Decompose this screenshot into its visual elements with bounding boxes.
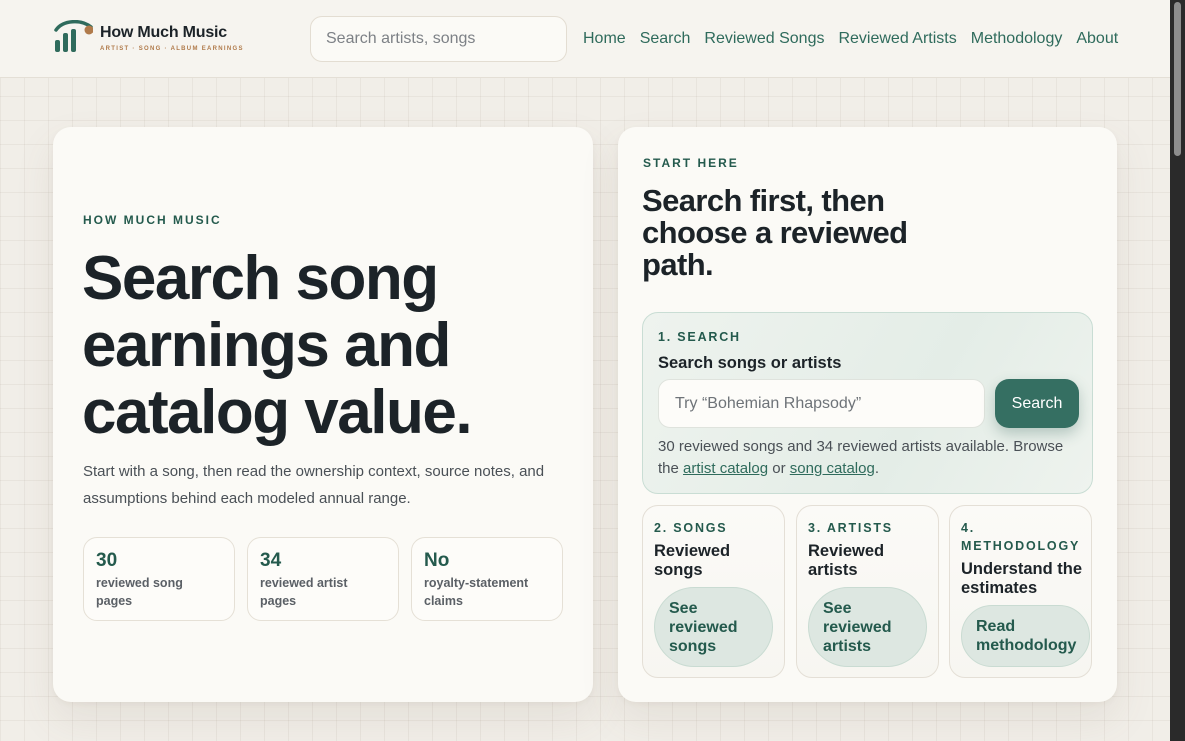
vertical-scrollbar[interactable] (1170, 0, 1185, 741)
search-panel: 1. SEARCH Search songs or artists Search… (642, 312, 1093, 494)
nav-reviewed-artists[interactable]: Reviewed Artists (838, 30, 956, 48)
stat-reviewed-songs: 30 reviewed song pages (83, 537, 235, 621)
stats-row: 30 reviewed song pages 34 reviewed artis… (83, 537, 563, 621)
hero-card: HOW MUCH MUSIC Search song earnings and … (53, 127, 593, 702)
songs-step-title: Reviewed songs (654, 542, 731, 579)
stat-reviewed-artists: 34 reviewed artist pages (247, 537, 399, 621)
nav-home[interactable]: Home (583, 30, 626, 48)
search-step-label: 1. SEARCH (658, 330, 741, 344)
site-header: How Much Music ARTIST · SONG · ALBUM EAR… (0, 0, 1170, 78)
stat-label: royalty-statement claims (424, 576, 529, 608)
note-or: or (772, 460, 786, 477)
methodology-step-label: 4. METHODOLOGY (961, 521, 1081, 553)
search-button[interactable]: Search (995, 379, 1079, 428)
search-panel-note: 30 reviewed songs and 34 reviewed artist… (658, 436, 1078, 480)
brand-name: How Much Music (100, 24, 227, 41)
artists-step-label: 3. ARTISTS (808, 521, 893, 535)
stat-value: 34 (260, 550, 282, 571)
song-catalog-link[interactable]: song catalog (790, 460, 875, 477)
main-nav: Home Search Reviewed Songs Reviewed Arti… (583, 30, 1132, 48)
read-methodology-button[interactable]: Read methodology (961, 605, 1090, 667)
search-panel-title: Search songs or artists (658, 354, 842, 372)
song-artist-search-input[interactable] (658, 379, 985, 428)
start-eyebrow: START HERE (643, 156, 739, 170)
nav-methodology[interactable]: Methodology (971, 30, 1063, 48)
page: How Much Music ARTIST · SONG · ALBUM EAR… (0, 0, 1170, 741)
start-title: Search first, then choose a reviewed pat… (642, 183, 908, 282)
brand-tagline: ARTIST · SONG · ALBUM EARNINGS (100, 46, 244, 52)
artists-step-card: 3. ARTISTS Reviewed artists See reviewed… (796, 505, 939, 678)
start-here-card: START HERE Search first, then choose a r… (618, 127, 1117, 702)
bar-chart-music-icon (54, 20, 93, 52)
songs-step-label: 2. SONGS (654, 521, 728, 535)
nav-about[interactable]: About (1076, 30, 1118, 48)
artist-catalog-link[interactable]: artist catalog (683, 460, 768, 477)
see-reviewed-artists-button[interactable]: See reviewed artists (808, 587, 927, 667)
stat-label: reviewed song pages (96, 576, 183, 608)
note-end: . (874, 460, 880, 477)
scrollbar-thumb[interactable] (1174, 2, 1181, 156)
brand-logo[interactable]: How Much Music ARTIST · SONG · ALBUM EAR… (53, 20, 253, 56)
stat-value: No (424, 550, 450, 571)
header-search-input[interactable] (310, 16, 567, 62)
methodology-step-card: 4. METHODOLOGY Understand the estimates … (949, 505, 1092, 678)
stat-royalty-claims: No royalty-statement claims (411, 537, 563, 621)
see-reviewed-songs-button[interactable]: See reviewed songs (654, 587, 773, 667)
stat-value: 30 (96, 550, 118, 571)
nav-search[interactable]: Search (640, 30, 691, 48)
hero-eyebrow: HOW MUCH MUSIC (83, 213, 222, 227)
hero-subtitle: Start with a song, then read the ownersh… (83, 463, 545, 507)
methodology-step-title: Understand the estimates (961, 560, 1083, 597)
songs-step-card: 2. SONGS Reviewed songs See reviewed son… (642, 505, 785, 678)
stat-label: reviewed artist pages (260, 576, 348, 608)
nav-reviewed-songs[interactable]: Reviewed Songs (704, 30, 824, 48)
artists-step-title: Reviewed artists (808, 542, 885, 579)
hero-title: Search song earnings and catalog value. (82, 244, 473, 447)
